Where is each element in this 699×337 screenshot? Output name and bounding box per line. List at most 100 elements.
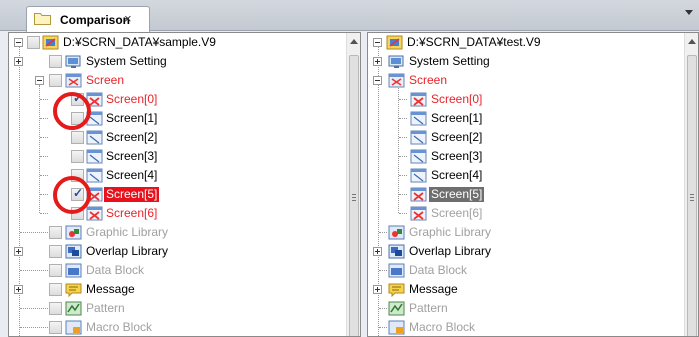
expand-icon[interactable] [14,285,23,294]
screen-icon [410,111,427,126]
screen-diff-icon [410,92,427,107]
overlap-library-icon [65,244,82,259]
close-icon[interactable]: × [124,11,132,26]
checkbox[interactable] [49,55,62,68]
folder-icon [34,13,51,25]
tab-list-dropdown-icon[interactable] [685,10,693,15]
left-vertical-scrollbar[interactable] [346,33,360,336]
tree-node-label: Graphic Library [86,225,169,239]
screen-icon [86,130,103,145]
scroll-thumb[interactable] [687,55,697,336]
tree-branch [379,308,387,309]
grip [690,200,694,201]
graphic-library-icon [388,225,405,240]
scroll-thumb[interactable] [349,55,359,336]
tree-node-label: Pattern [86,301,125,315]
tree-node-label: Screen[3] [431,149,483,163]
tree-node-label: Overlap Library [86,244,169,258]
tree-node-label: Screen[3] [106,149,158,163]
system-setting-icon [65,55,81,68]
pattern-icon [388,301,405,316]
checkbox[interactable] [49,245,62,258]
checkbox[interactable] [49,264,62,277]
tree-node-label: Screen[6] [431,206,483,220]
tree-node-label: Screen[1] [106,111,158,125]
tree-branch [40,213,48,214]
grip [690,194,694,195]
overlap-library-icon [388,244,405,259]
tab-strip: Comparison × [0,0,699,32]
project-file-icon [386,35,403,50]
annotation-circle [53,92,91,130]
checkbox[interactable] [49,226,62,239]
tree-node-label: Overlap Library [409,244,492,258]
tree-node-label: Message [86,282,135,296]
tree-node-label: Screen[0] [431,92,483,106]
screen-diff-icon [86,206,103,221]
checkbox[interactable] [71,131,84,144]
tree-node-label: Screen[5] [429,187,485,202]
checkbox[interactable] [49,302,62,315]
tree-node-label: Data Block [86,263,145,277]
tree-node-label: Screen[4] [106,168,158,182]
tree-node-label: System Setting [409,54,490,68]
tree-branch [40,175,48,176]
tree-branch [399,137,407,138]
tab-comparison[interactable]: Comparison × [26,6,150,32]
screen-icon [410,149,427,164]
tree-node-label: Pattern [409,301,448,315]
expand-icon[interactable] [373,247,382,256]
right-vertical-scrollbar[interactable] [684,33,698,336]
tree-node-label: Screen[5] [104,187,160,202]
tree-branch [399,156,407,157]
collapse-icon[interactable] [14,38,23,47]
checkbox[interactable] [27,36,40,49]
expand-icon[interactable] [373,285,382,294]
tree-node-label: Message [409,282,458,296]
screen-icon [86,149,103,164]
grip [352,197,356,198]
tree-node-label: Screen [409,73,448,87]
tree-branch [379,232,387,233]
tree-node-label: Screen[4] [431,168,483,182]
system-setting-icon [388,55,404,68]
tree-branch [40,137,48,138]
screen-diff-icon [410,206,427,221]
tree-node-label: Macro Block [86,320,153,334]
graphic-library-icon [65,225,82,240]
tree-node-label: System Setting [86,54,167,68]
scroll-up-icon[interactable] [350,39,358,44]
collapse-icon[interactable] [35,76,44,85]
tree-branch [40,118,48,119]
checkbox[interactable] [71,150,84,163]
tree-branch [20,327,48,328]
grip [352,194,356,195]
tree-branch [379,327,387,328]
tree-branch [399,175,407,176]
tree-branch [20,308,48,309]
tree-branch [20,232,48,233]
screen-icon [410,130,427,145]
tree-branch [379,270,387,271]
collapse-icon[interactable] [373,76,382,85]
tree-node-label: Screen[1] [431,111,483,125]
screen-diff-icon [410,187,427,202]
tree-node-label: Screen[6] [106,206,158,220]
tree-branch [399,194,407,195]
checkbox[interactable] [49,283,62,296]
tree-branch [399,99,407,100]
message-icon [65,283,82,297]
expand-icon[interactable] [14,247,23,256]
macro-block-icon [65,320,82,335]
tree-branch [40,99,48,100]
checkbox[interactable] [49,321,62,334]
screen-icon [410,168,427,183]
scroll-up-icon[interactable] [688,39,696,44]
tree-branch [399,118,407,119]
collapse-icon[interactable] [373,38,382,47]
macro-block-icon [388,320,405,335]
expand-icon[interactable] [14,57,23,66]
expand-icon[interactable] [373,57,382,66]
screen-icon [86,168,103,183]
checkbox[interactable] [49,74,62,87]
